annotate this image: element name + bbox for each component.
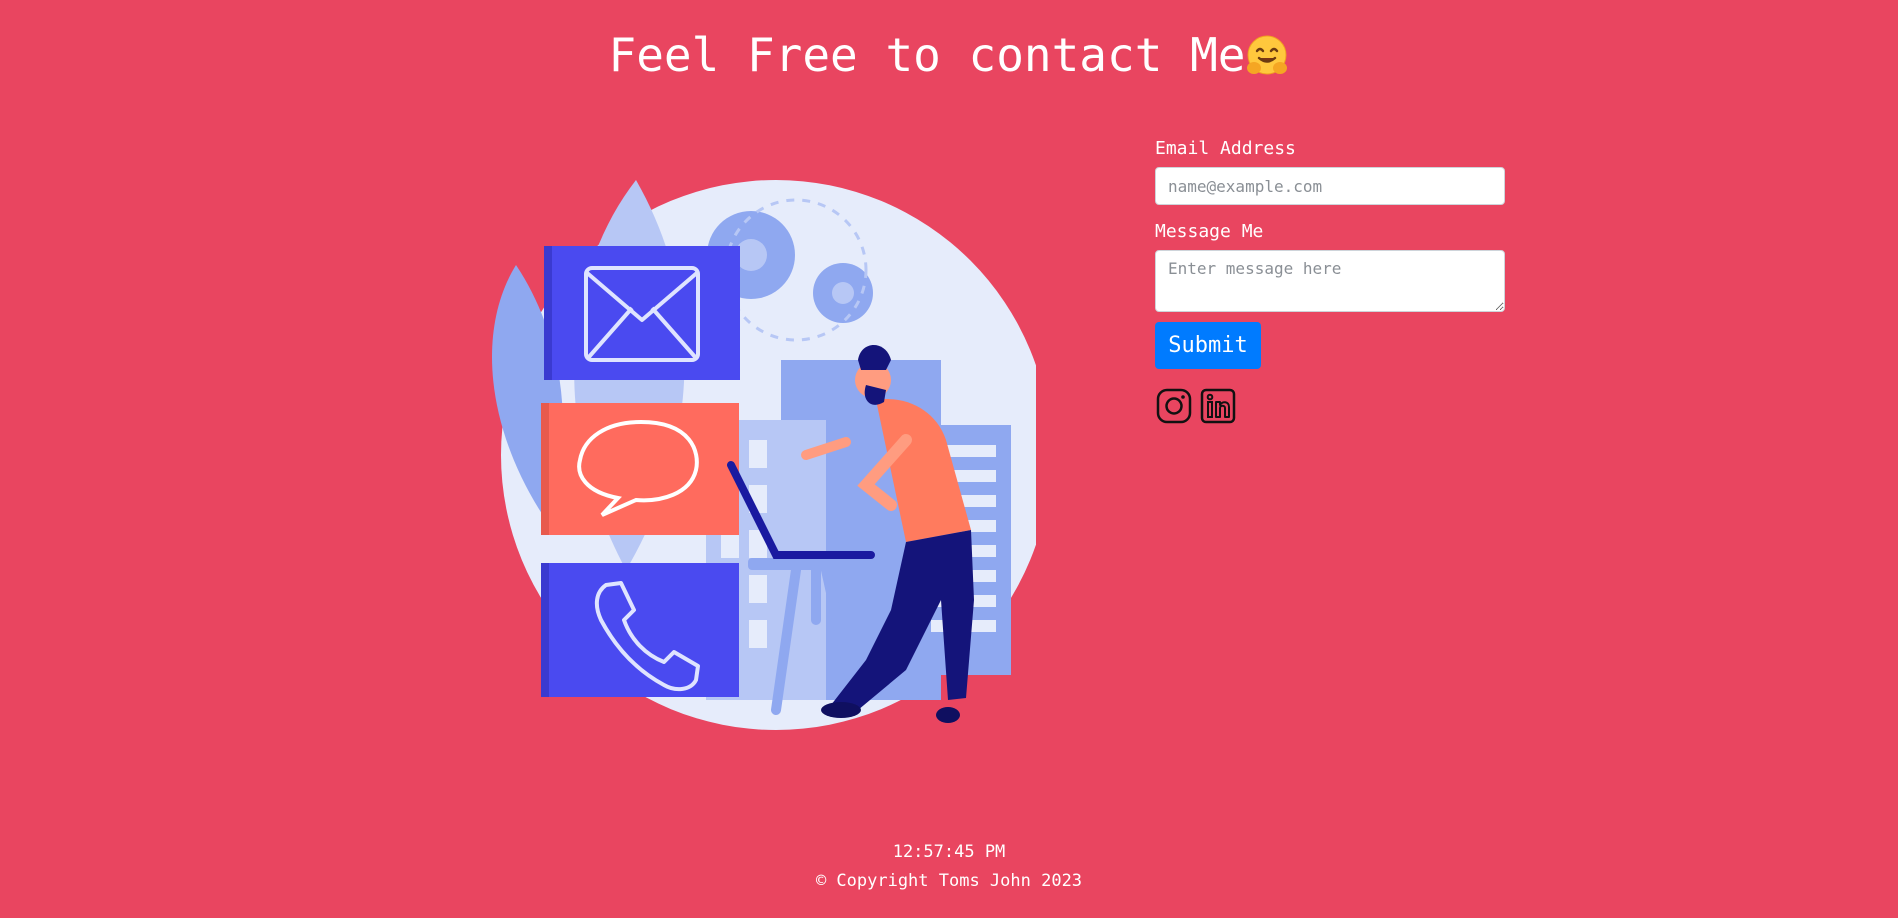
footer: 12:57:45 PM © Copyright Toms John 2023 <box>0 838 1898 896</box>
email-field[interactable] <box>1155 167 1505 205</box>
contact-form: Email Address Message Me Submit <box>1155 138 1505 425</box>
contact-page: Feel Free to contact Me Email Address na… <box>0 0 1898 918</box>
submit-button[interactable]: Submit <box>1155 322 1261 369</box>
message-label: Message Me <box>1155 221 1264 242</box>
instagram-icon[interactable] <box>1155 387 1193 425</box>
copyright-text: © Copyright Toms John 2023 <box>815 871 1083 891</box>
gear-icon <box>813 263 873 323</box>
contact-illustration <box>492 180 1036 730</box>
message-field[interactable] <box>1155 250 1505 312</box>
email-group: Email Address <box>1155 138 1505 205</box>
social-links <box>1155 387 1505 425</box>
page-title: Feel Free to contact Me <box>0 28 1898 82</box>
linkedin-icon[interactable] <box>1199 387 1237 425</box>
phone-card <box>541 563 739 697</box>
current-time: 12:57:45 PM <box>892 842 1006 862</box>
standing-desk <box>748 558 920 570</box>
hugging-face-emoji-icon <box>1247 35 1288 75</box>
page-title-text: Feel Free to contact Me <box>608 28 1246 82</box>
email-label: Email Address <box>1155 138 1296 159</box>
message-group: Message Me <box>1155 221 1505 312</box>
